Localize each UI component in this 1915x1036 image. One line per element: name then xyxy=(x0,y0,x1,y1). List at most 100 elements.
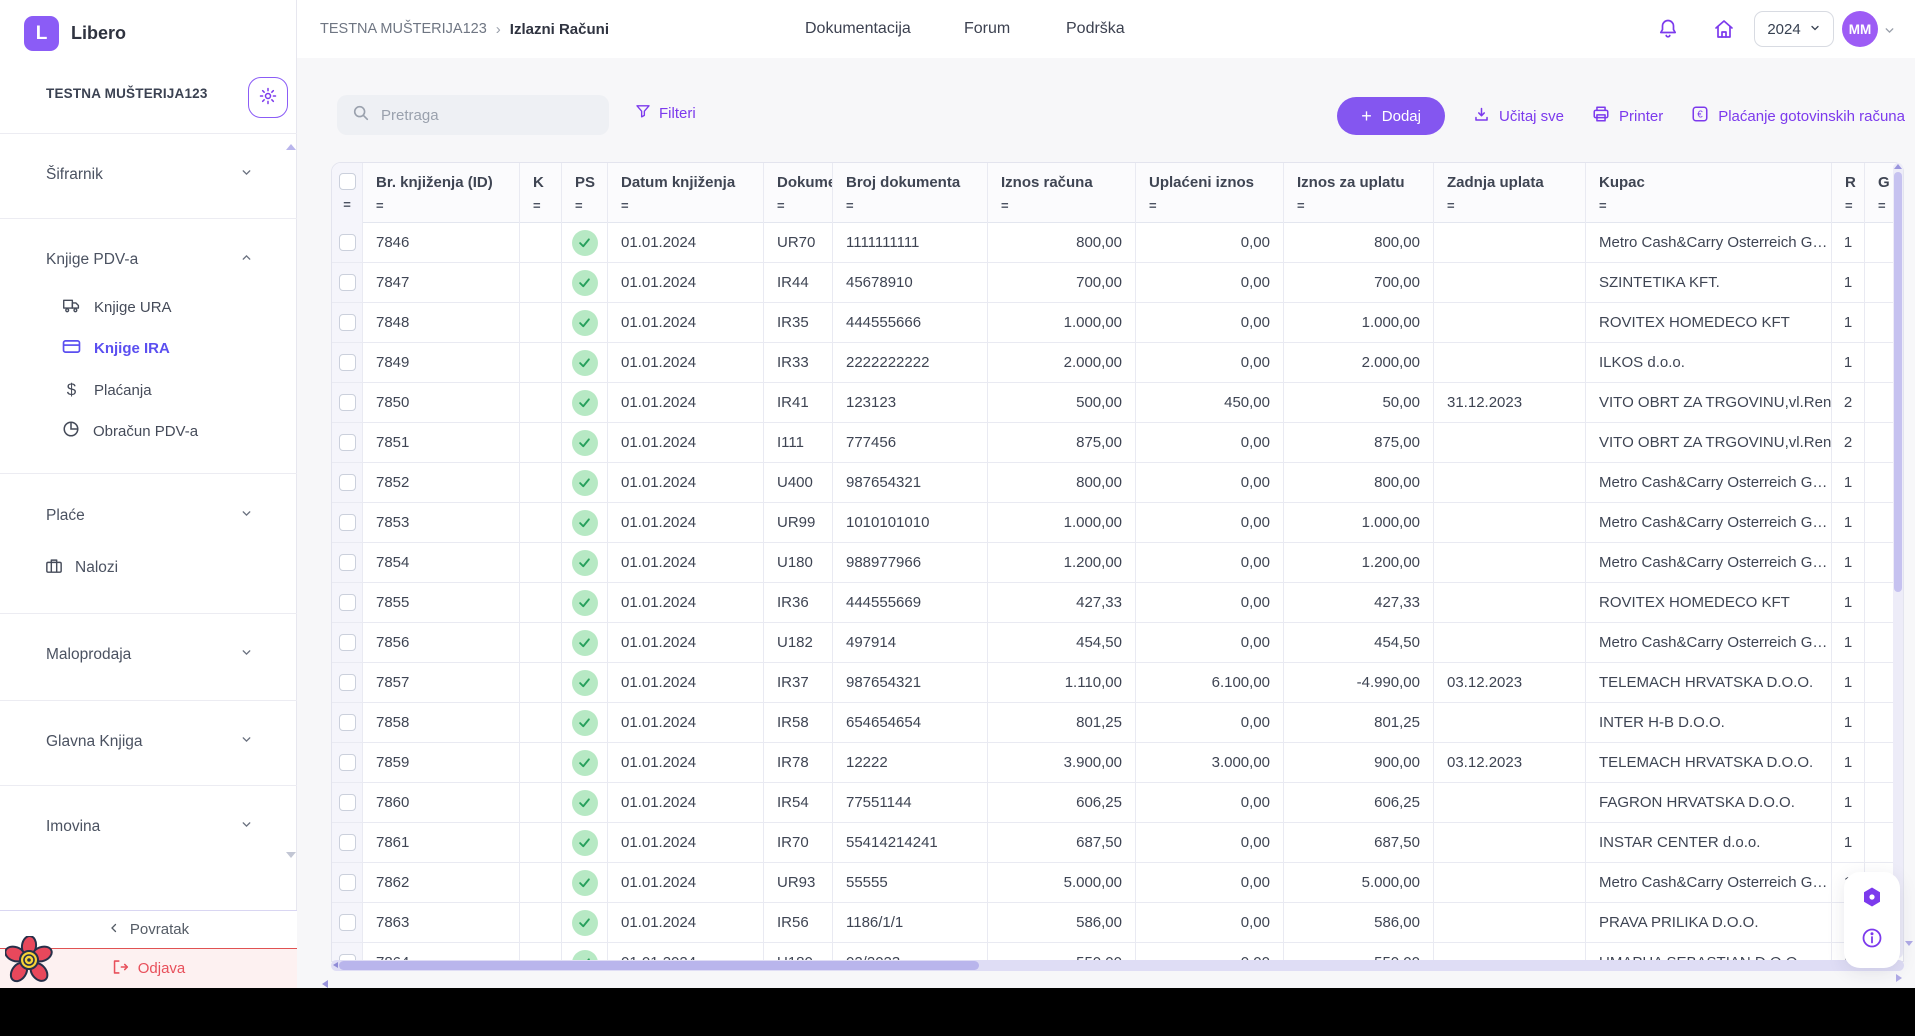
scroll-up-arrow[interactable] xyxy=(1894,164,1902,169)
sidebar-item-knjige-ira[interactable]: Knjige IRA xyxy=(0,331,297,365)
filter-operator[interactable]: = xyxy=(376,198,519,213)
cell-select[interactable] xyxy=(332,263,363,302)
row-checkbox[interactable] xyxy=(339,354,356,371)
notifications-bell-icon[interactable] xyxy=(1656,17,1680,46)
cell-select[interactable] xyxy=(332,863,363,902)
sidebar-scroll-up-arrow[interactable] xyxy=(286,144,296,150)
table-row[interactable]: 785701.01.2024IR379876543211.110,006.100… xyxy=(332,663,1903,703)
filter-operator[interactable]: = xyxy=(343,197,351,212)
filter-operator[interactable]: = xyxy=(1001,198,1135,213)
sidebar-scroll-down-arrow[interactable] xyxy=(286,852,296,858)
cell-select[interactable] xyxy=(332,783,363,822)
info-icon[interactable] xyxy=(1860,926,1884,955)
filter-operator[interactable]: = xyxy=(575,198,607,213)
cell-select[interactable] xyxy=(332,903,363,942)
row-checkbox[interactable] xyxy=(339,874,356,891)
column-header-id[interactable]: Br. knjiženja (ID)= xyxy=(363,163,520,223)
cell-select[interactable] xyxy=(332,423,363,462)
filters-button[interactable]: Filteri xyxy=(635,103,696,123)
cash-payment-button[interactable]: € Plaćanje gotovinskih računa xyxy=(1691,105,1905,127)
sidebar-item-sifrarnik[interactable]: Šifrarnik xyxy=(0,158,297,192)
app-logo[interactable]: L Libero xyxy=(24,16,126,51)
table-row[interactable]: 786101.01.2024IR7055414214241687,500,006… xyxy=(332,823,1903,863)
row-checkbox[interactable] xyxy=(339,234,356,251)
table-row[interactable]: 785001.01.2024IR41123123500,00450,0050,0… xyxy=(332,383,1903,423)
vertical-scrollbar-thumb[interactable] xyxy=(1894,172,1902,592)
row-checkbox[interactable] xyxy=(339,794,356,811)
sidebar-item-maloprodaja[interactable]: Maloprodaja xyxy=(0,638,297,672)
cell-select[interactable] xyxy=(332,343,363,382)
sidebar-item-imovina[interactable]: Imovina xyxy=(0,810,297,844)
add-button[interactable]: + Dodaj xyxy=(1337,97,1445,135)
table-row[interactable]: 785201.01.2024U400987654321800,000,00800… xyxy=(332,463,1903,503)
column-header-uplaceni[interactable]: Uplaćeni iznos= xyxy=(1136,163,1284,223)
table-row[interactable]: 785501.01.2024IR36444555669427,330,00427… xyxy=(332,583,1903,623)
cell-select[interactable] xyxy=(332,703,363,742)
table-row[interactable]: 785601.01.2024U182497914454,500,00454,50… xyxy=(332,623,1903,663)
table-row[interactable]: 785401.01.2024U1809889779661.200,000,001… xyxy=(332,543,1903,583)
company-settings-button[interactable] xyxy=(248,77,288,118)
profile-chevron-down-icon[interactable] xyxy=(1883,24,1896,42)
column-header-r[interactable]: R= xyxy=(1832,163,1865,223)
cell-select[interactable] xyxy=(332,743,363,782)
cell-select[interactable] xyxy=(332,663,363,702)
filter-operator[interactable]: = xyxy=(777,198,832,213)
filter-operator[interactable]: = xyxy=(1297,198,1433,213)
filter-operator[interactable]: = xyxy=(621,198,763,213)
table-row[interactable]: 784801.01.2024IR354445556661.000,000,001… xyxy=(332,303,1903,343)
column-header-k[interactable]: K= xyxy=(520,163,562,223)
nav-forum[interactable]: Forum xyxy=(964,0,1010,58)
cell-select[interactable] xyxy=(332,463,363,502)
sidebar-item-placanja[interactable]: $ Plaćanja xyxy=(0,373,297,407)
table-row[interactable]: 784901.01.2024IR3322222222222.000,000,00… xyxy=(332,343,1903,383)
filter-operator[interactable]: = xyxy=(846,198,987,213)
row-checkbox[interactable] xyxy=(339,314,356,331)
column-header-za_uplatu[interactable]: Iznos za uplatu= xyxy=(1284,163,1434,223)
table-row[interactable]: 786301.01.2024IR561186/1/1586,000,00586,… xyxy=(332,903,1903,943)
nav-dokumentacija[interactable]: Dokumentacija xyxy=(805,0,911,58)
column-header-kupac[interactable]: Kupac= xyxy=(1586,163,1832,223)
page-scroll-left-arrow[interactable] xyxy=(322,980,328,988)
select-all-checkbox[interactable] xyxy=(339,173,356,190)
breadcrumb-root[interactable]: TESTNA MUŠTERIJA123 xyxy=(320,21,487,37)
column-header-datum[interactable]: Datum knjiženja= xyxy=(608,163,764,223)
column-header-broj[interactable]: Broj dokumenta= xyxy=(833,163,988,223)
filter-operator[interactable]: = xyxy=(1599,198,1831,213)
scroll-right-arrow[interactable] xyxy=(1896,974,1902,982)
row-checkbox[interactable] xyxy=(339,754,356,771)
search-box[interactable] xyxy=(337,95,609,135)
row-checkbox[interactable] xyxy=(339,634,356,651)
table-row[interactable]: 784701.01.2024IR4445678910700,000,00700,… xyxy=(332,263,1903,303)
cell-select[interactable] xyxy=(332,543,363,582)
filter-operator[interactable]: = xyxy=(533,198,561,213)
load-all-button[interactable]: Učitaj sve xyxy=(1473,106,1564,127)
cell-select[interactable] xyxy=(332,303,363,342)
sidebar-item-place[interactable]: Plaće xyxy=(0,499,297,533)
table-row[interactable]: 785101.01.2024I111777456875,000,00875,00… xyxy=(332,423,1903,463)
table-row[interactable]: 785801.01.2024IR58654654654801,250,00801… xyxy=(332,703,1903,743)
row-checkbox[interactable] xyxy=(339,674,356,691)
column-header-dokument[interactable]: Dokument= xyxy=(764,163,833,223)
printer-button[interactable]: Printer xyxy=(1592,105,1663,127)
row-checkbox[interactable] xyxy=(339,834,356,851)
row-checkbox[interactable] xyxy=(339,514,356,531)
scroll-down-arrow[interactable] xyxy=(1905,941,1913,946)
sidebar-item-obracun-pdva[interactable]: Obračun PDV-a xyxy=(0,414,297,448)
avatar[interactable]: MM xyxy=(1842,11,1878,47)
vertical-scrollbar[interactable] xyxy=(1893,163,1903,958)
row-checkbox[interactable] xyxy=(339,434,356,451)
row-checkbox[interactable] xyxy=(339,914,356,931)
column-header-zadnja[interactable]: Zadnja uplata= xyxy=(1434,163,1586,223)
table-row[interactable]: 785301.01.2024UR9910101010101.000,000,00… xyxy=(332,503,1903,543)
cell-select[interactable] xyxy=(332,383,363,422)
row-checkbox[interactable] xyxy=(339,474,356,491)
sidebar-item-knjige-ura[interactable]: Knjige URA xyxy=(0,290,297,324)
row-checkbox[interactable] xyxy=(339,394,356,411)
scroll-left-arrow[interactable] xyxy=(333,962,338,968)
cell-select[interactable] xyxy=(332,623,363,662)
column-header-select[interactable]: = xyxy=(332,163,363,223)
row-checkbox[interactable] xyxy=(339,554,356,571)
cell-select[interactable] xyxy=(332,583,363,622)
filter-operator[interactable]: = xyxy=(1149,198,1283,213)
row-checkbox[interactable] xyxy=(339,714,356,731)
